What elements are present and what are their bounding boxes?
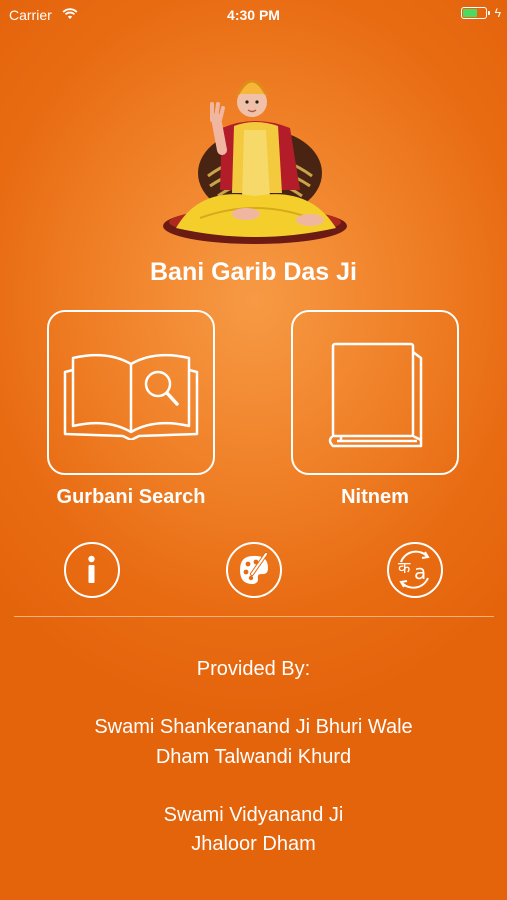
language-switch-icon: क a bbox=[398, 550, 430, 589]
gurbani-search-button[interactable] bbox=[47, 310, 215, 475]
info-button[interactable] bbox=[64, 542, 120, 598]
provider-1-location: Dham Talwandi Khurd bbox=[155, 746, 352, 768]
info-icon bbox=[88, 555, 95, 583]
app-title: Bani Garib Das Ji bbox=[149, 258, 358, 286]
theme-button[interactable] bbox=[226, 542, 282, 598]
nitnem-button[interactable] bbox=[291, 310, 459, 475]
gurbani-search-label: Gurbani Search bbox=[56, 486, 206, 508]
provider-1-name: Swami Shankeranand Ji Bhuri Wale bbox=[94, 716, 413, 738]
saint-illustration bbox=[163, 79, 347, 244]
provider-2-name: Swami Vidyanand Ji bbox=[163, 804, 344, 826]
latin-glyph: a bbox=[414, 560, 426, 584]
devanagari-glyph: क bbox=[398, 558, 411, 577]
clock: 4:30 PM bbox=[227, 7, 280, 23]
status-bar: Carrier 4:30 PM ϟ bbox=[0, 0, 507, 30]
nitnem-label: Nitnem bbox=[341, 486, 409, 508]
battery-icon bbox=[461, 7, 490, 19]
palette-icon bbox=[240, 552, 268, 584]
divider bbox=[14, 616, 494, 617]
language-button[interactable]: क a bbox=[387, 542, 443, 598]
charging-icon: ϟ bbox=[494, 6, 501, 20]
closed-book-icon bbox=[328, 342, 423, 448]
provider-2-location: Jhaloor Dham bbox=[191, 833, 316, 855]
open-book-search-icon bbox=[63, 353, 199, 440]
provided-by-heading: Provided By: bbox=[196, 658, 311, 680]
